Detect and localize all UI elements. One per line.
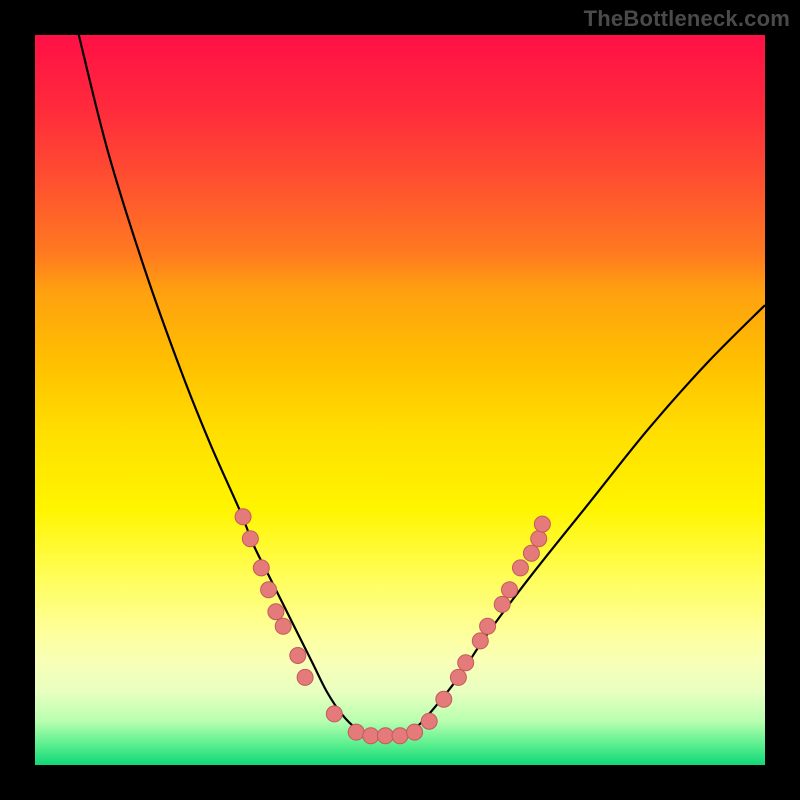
data-marker — [392, 728, 408, 744]
data-marker — [534, 516, 550, 532]
watermark-text: TheBottleneck.com — [584, 6, 790, 32]
plot-area — [35, 35, 765, 765]
data-marker — [502, 582, 518, 598]
data-marker — [531, 531, 547, 547]
data-marker — [458, 655, 474, 671]
data-marker — [275, 618, 291, 634]
chart-svg — [35, 35, 765, 765]
data-marker — [494, 596, 510, 612]
data-marker — [512, 560, 528, 576]
data-marker — [450, 669, 466, 685]
data-marker — [290, 648, 306, 664]
data-marker — [363, 728, 379, 744]
bottleneck-curve — [79, 35, 765, 736]
data-marker — [472, 633, 488, 649]
data-marker — [436, 691, 452, 707]
data-marker — [242, 531, 258, 547]
data-marker — [268, 604, 284, 620]
data-marker — [480, 618, 496, 634]
curve-markers — [235, 509, 550, 744]
data-marker — [348, 724, 364, 740]
data-marker — [326, 706, 342, 722]
chart-frame: TheBottleneck.com — [0, 0, 800, 800]
data-marker — [297, 669, 313, 685]
data-marker — [377, 728, 393, 744]
data-marker — [253, 560, 269, 576]
data-marker — [523, 545, 539, 561]
data-marker — [407, 724, 423, 740]
data-marker — [235, 509, 251, 525]
data-marker — [261, 582, 277, 598]
data-marker — [421, 713, 437, 729]
